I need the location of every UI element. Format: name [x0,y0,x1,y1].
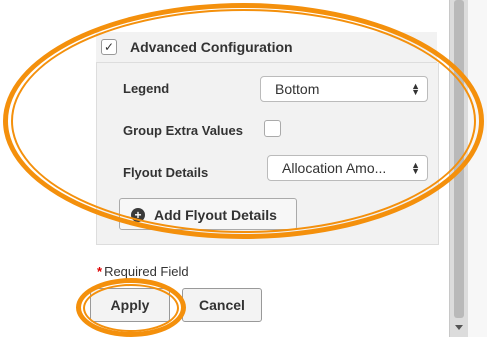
panel-title: Advanced Configuration [130,39,293,55]
add-flyout-label: Add Flyout Details [154,207,277,223]
advanced-config-body: Legend Bottom ▲ ▼ Group Extra Values Flyo… [96,63,439,245]
window-edge [467,0,487,337]
group-extra-values-checkbox[interactable] [264,120,281,137]
dialog-stage: ✓ Advanced Configuration Legend Bottom ▲… [0,0,487,337]
flyout-details-select[interactable]: Allocation Amo... ▲ ▼ [267,155,428,181]
plus-circle-icon: + [131,208,145,222]
scrollbar-thumb[interactable] [454,0,464,318]
required-star: * [97,264,103,279]
legend-select[interactable]: Bottom ▲ ▼ [260,76,428,102]
select-arrows-icon: ▲ ▼ [411,160,420,176]
add-flyout-details-button[interactable]: + Add Flyout Details [119,198,297,230]
group-extra-values-label: Group Extra Values [123,123,243,138]
advanced-config-header: ✓ Advanced Configuration [96,32,437,63]
required-field-note: * Required Field [97,264,189,279]
cancel-button[interactable]: Cancel [182,288,262,322]
select-arrows-icon: ▲ ▼ [411,81,420,97]
flyout-details-label: Flyout Details [123,165,209,180]
required-text: Required Field [104,264,189,279]
apply-button[interactable]: Apply [90,288,170,322]
legend-label: Legend [123,81,170,96]
legend-select-value: Bottom [275,81,320,97]
vertical-scrollbar[interactable] [449,0,468,337]
scroll-down-arrow-icon[interactable] [455,325,463,330]
advanced-config-checkbox[interactable]: ✓ [101,39,117,55]
flyout-select-value: Allocation Amo... [282,160,387,176]
